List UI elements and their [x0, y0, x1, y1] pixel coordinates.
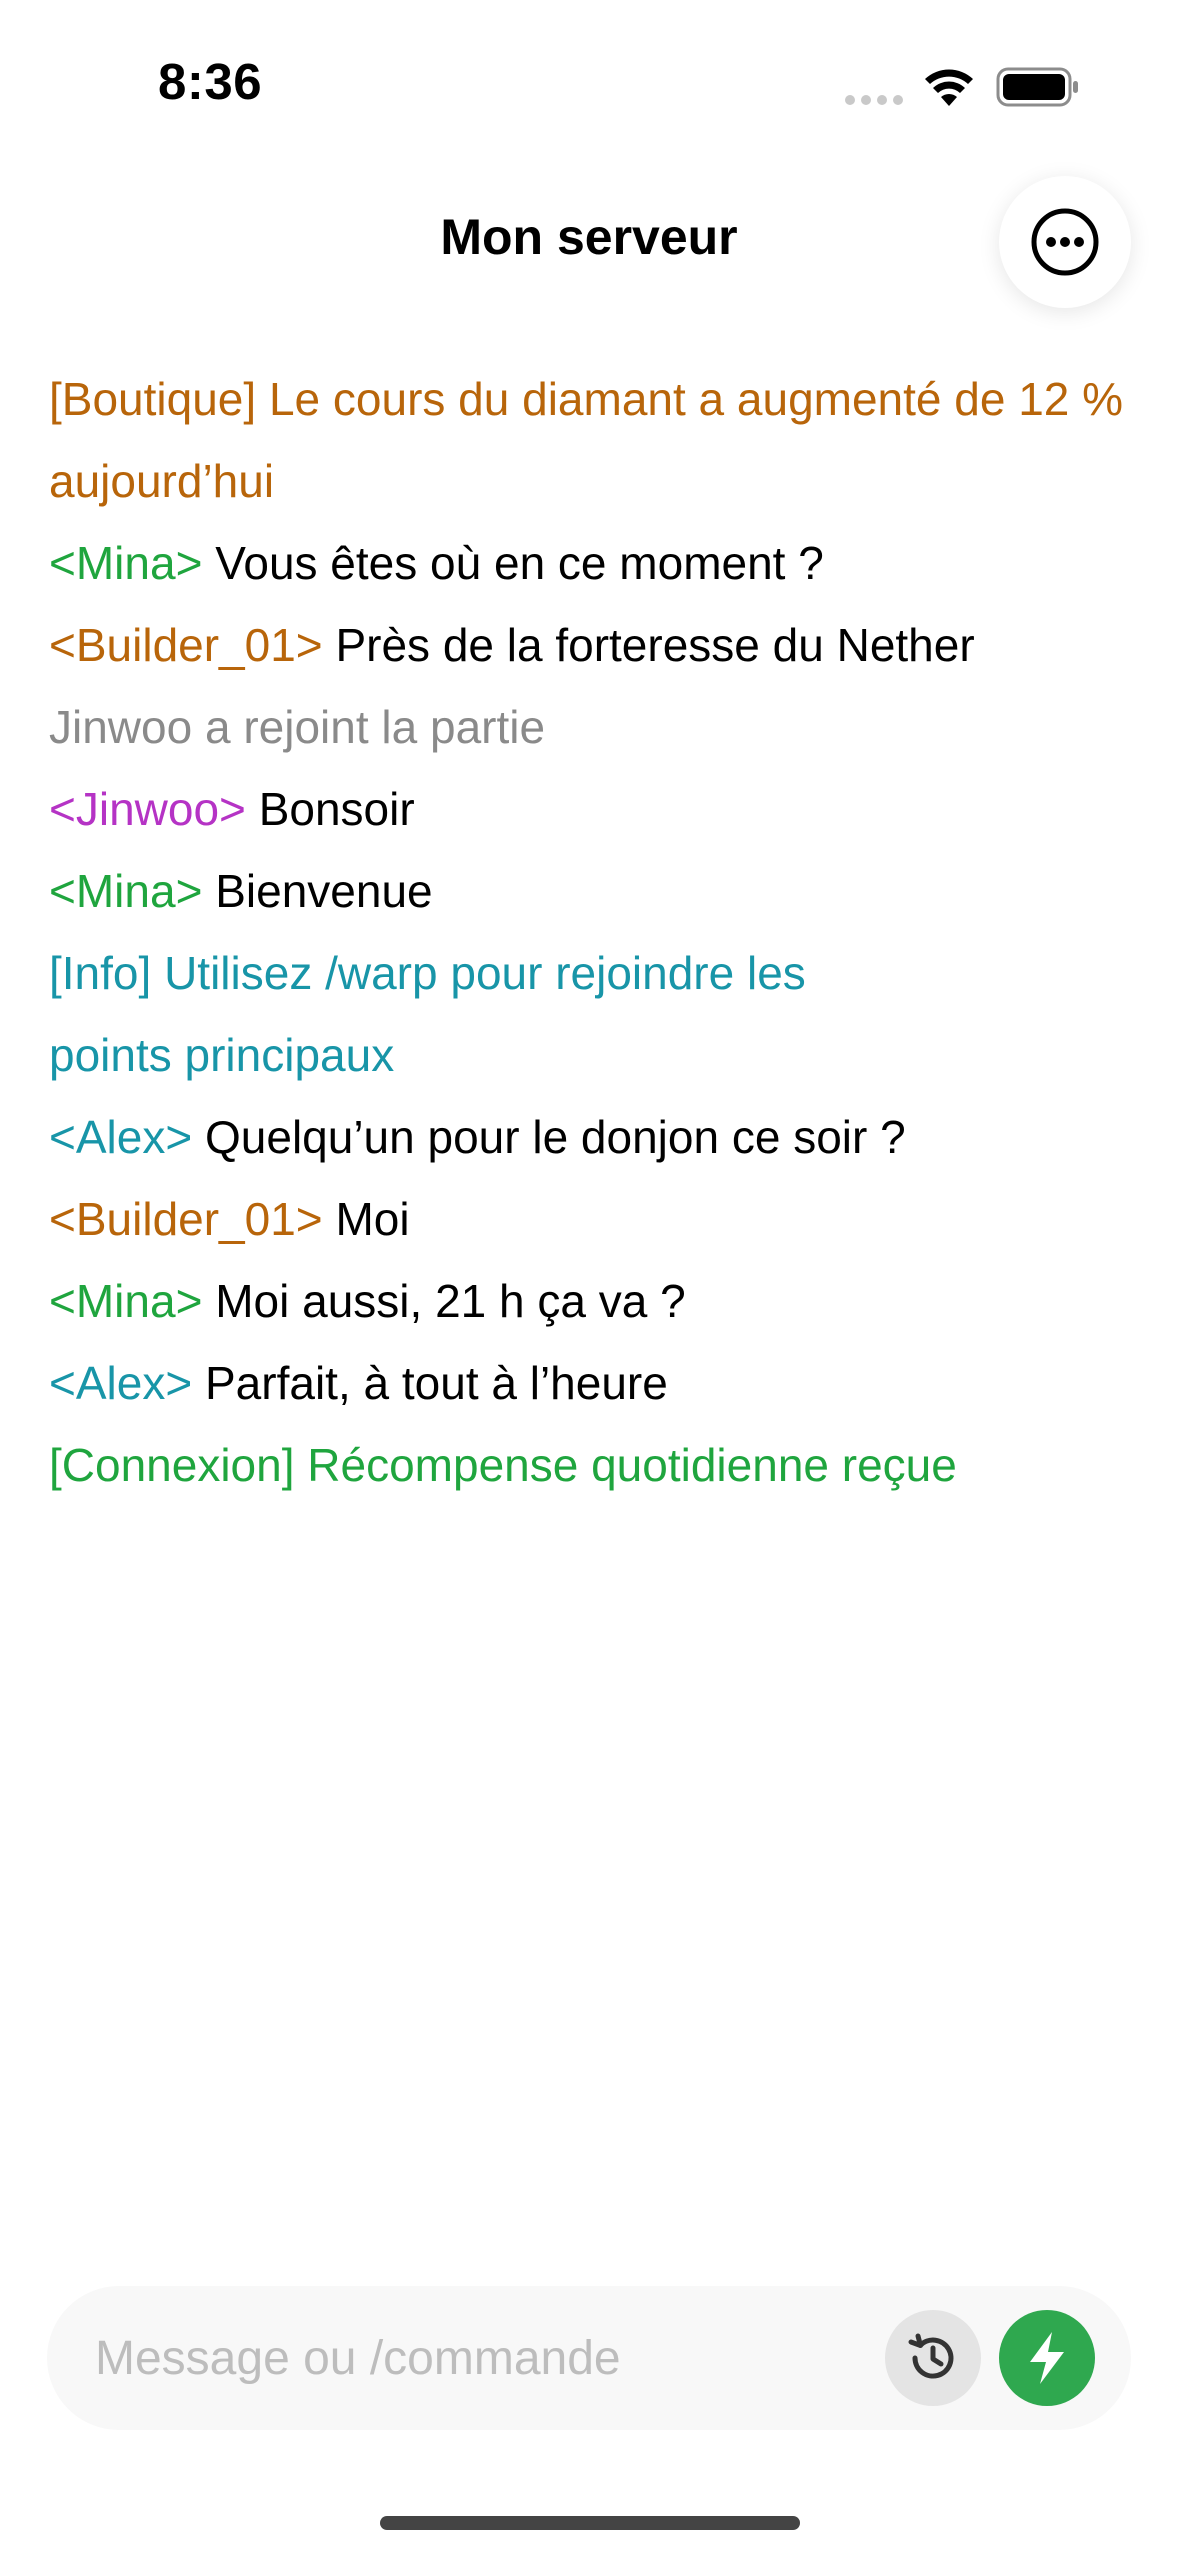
message-prefix: [Boutique]	[49, 373, 257, 425]
message-text: Moi aussi, 21 h ça va ?	[202, 1275, 686, 1327]
chat-log: [Boutique] Le cours du diamant a augment…	[49, 358, 1139, 1506]
home-indicator	[380, 2516, 800, 2530]
message-text: Quelqu’un pour le donjon ce soir ?	[192, 1111, 906, 1163]
status-time: 8:36	[158, 53, 263, 110]
chat-message: [Connexion] Récompense quotidienne reçue	[49, 1424, 1139, 1506]
chat-message: <Builder_01> Moi	[49, 1178, 1139, 1260]
message-text: Moi	[322, 1193, 410, 1245]
message-text: Près de la forteresse du Nether	[322, 619, 975, 671]
chat-message: <Jinwoo> Bonsoir	[49, 768, 1139, 850]
message-text: Récompense quotidienne reçue	[294, 1439, 957, 1491]
message-prefix: [Connexion]	[49, 1439, 295, 1491]
message-text: Utilisez /warp pour rejoindre les points…	[49, 947, 806, 1081]
chat-message: <Mina> Moi aussi, 21 h ça va ?	[49, 1260, 1139, 1342]
message-text: Bienvenue	[202, 865, 433, 917]
chat-message: <Alex> Quelqu’un pour le donjon ce soir …	[49, 1096, 1139, 1178]
chat-message: <Mina> Bienvenue	[49, 850, 1139, 932]
message-prefix: <Mina>	[49, 1275, 203, 1327]
message-text: Jinwoo a rejoint la partie	[49, 701, 546, 753]
chat-system-message: Jinwoo a rejoint la partie	[49, 686, 1139, 768]
message-prefix: <Alex>	[49, 1357, 193, 1409]
message-prefix: <Mina>	[49, 537, 203, 589]
status-bar: 8:36	[0, 0, 1178, 170]
message-prefix: <Builder_01>	[49, 619, 323, 671]
bolt-icon	[1030, 2332, 1064, 2384]
chat-message: [Boutique] Le cours du diamant a augment…	[49, 358, 1139, 522]
chat-message: [Info] Utilisez /warp pour rejoindre les…	[49, 932, 909, 1096]
chat-message: <Builder_01> Près de la forteresse du Ne…	[49, 604, 1139, 686]
cellular-signal-icon	[845, 95, 903, 105]
message-text: Vous êtes où en ce moment ?	[202, 537, 824, 589]
history-icon	[908, 2333, 954, 2379]
message-prefix: <Alex>	[49, 1111, 193, 1163]
message-prefix: [Info]	[49, 947, 152, 999]
message-prefix: <Builder_01>	[49, 1193, 323, 1245]
message-input[interactable]	[95, 2286, 895, 2430]
message-prefix: <Mina>	[49, 865, 203, 917]
ellipsis-circle-icon	[1031, 208, 1099, 276]
battery-icon	[996, 67, 1078, 107]
send-button[interactable]	[999, 2310, 1095, 2406]
message-text: Bonsoir	[245, 783, 415, 835]
more-options-button[interactable]	[999, 176, 1131, 308]
message-prefix: <Jinwoo>	[49, 783, 246, 835]
message-text: Parfait, à tout à l’heure	[192, 1357, 668, 1409]
wifi-icon	[925, 69, 973, 106]
history-button[interactable]	[885, 2310, 981, 2406]
message-composer	[47, 2286, 1131, 2430]
chat-message: <Mina> Vous êtes où en ce moment ?	[49, 522, 1139, 604]
chat-message: <Alex> Parfait, à tout à l’heure	[49, 1342, 1139, 1424]
